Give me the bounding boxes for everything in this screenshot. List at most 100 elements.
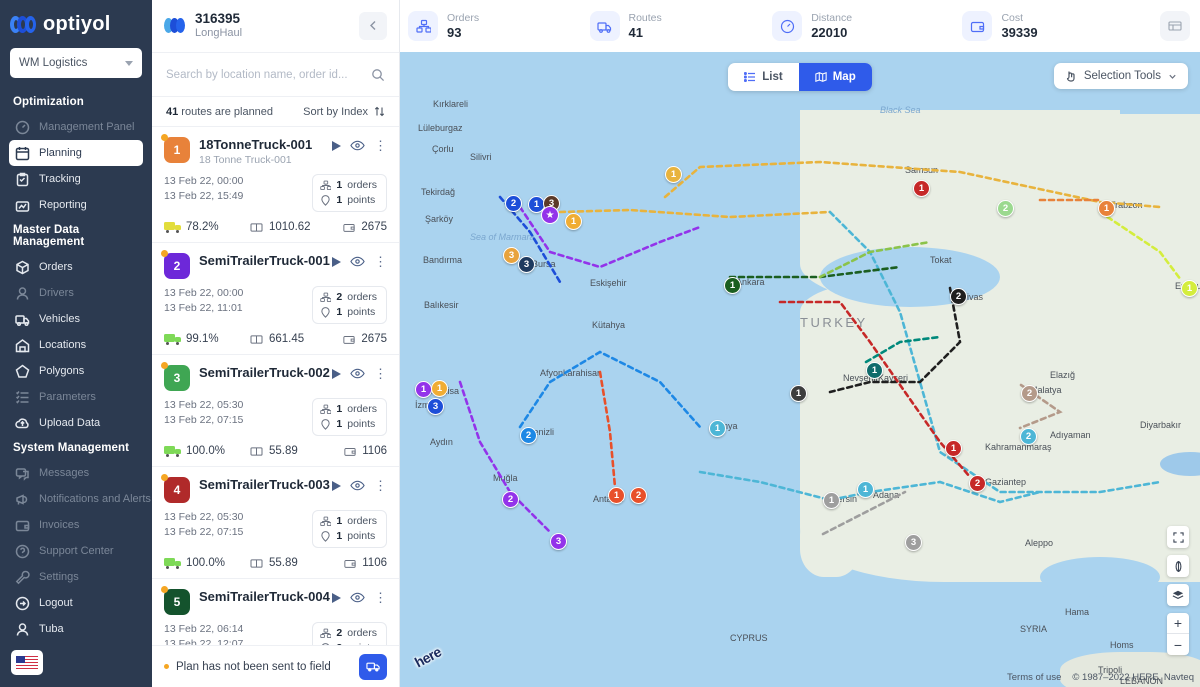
- truck-icon: [15, 314, 30, 326]
- route-marker[interactable]: 1: [565, 213, 582, 230]
- route-menu-button[interactable]: ⋮: [374, 255, 387, 268]
- route-card[interactable]: 2 SemiTrailerTruck-001 ⋮ 13 Feb 22, 00:00 13…: [152, 243, 399, 355]
- route-marker[interactable]: 2: [1021, 385, 1038, 402]
- route-menu-button[interactable]: ⋮: [374, 367, 387, 380]
- map-icon: [815, 71, 827, 83]
- send-to-field-button[interactable]: [359, 653, 387, 680]
- terms-of-use-link[interactable]: Terms of use: [1007, 672, 1061, 683]
- route-card[interactable]: 3 SemiTrailerTruck-002 ⋮ 13 Feb 22, 05:30 13…: [152, 355, 399, 467]
- route-marker[interactable]: 1: [608, 487, 625, 504]
- sidebar-item-logout[interactable]: Logout: [9, 590, 143, 616]
- toggle-visibility-button[interactable]: [350, 256, 365, 267]
- route-marker[interactable]: 1: [823, 492, 840, 509]
- sidebar-item-drivers[interactable]: Drivers: [9, 280, 143, 306]
- route-marker[interactable]: 1: [945, 440, 962, 457]
- route-marker[interactable]: 1: [790, 385, 807, 402]
- layers-icon: [1172, 590, 1184, 600]
- collapse-panel-button[interactable]: [359, 11, 387, 40]
- route-marker[interactable]: 3: [427, 398, 444, 415]
- zoom-in-button[interactable]: +: [1167, 613, 1189, 634]
- route-marker[interactable]: 1: [431, 380, 448, 397]
- play-route-button[interactable]: [332, 140, 341, 151]
- route-card[interactable]: 4 SemiTrailerTruck-003 ⋮ 13 Feb 22, 05:30 13…: [152, 467, 399, 579]
- route-marker[interactable]: 2: [950, 288, 967, 305]
- sidebar-item-support-center[interactable]: Support Center: [9, 538, 143, 564]
- sidebar-item-messages[interactable]: Messages: [9, 460, 143, 486]
- route-marker[interactable]: 1: [857, 481, 874, 498]
- route-marker[interactable]: 2: [630, 487, 647, 504]
- sidebar-item-invoices[interactable]: Invoices: [9, 512, 143, 538]
- route-marker[interactable]: 3: [905, 534, 922, 551]
- table-view-button[interactable]: [1160, 11, 1191, 41]
- play-route-button[interactable]: [332, 256, 341, 267]
- help-icon: [15, 544, 30, 558]
- zoom-out-button[interactable]: −: [1167, 634, 1189, 655]
- sort-by-control[interactable]: Sort by Index: [303, 106, 385, 118]
- cost-value: 1106: [362, 557, 387, 569]
- toggle-visibility-button[interactable]: [350, 140, 365, 151]
- route-card[interactable]: 5 SemiTrailerTruck-004 ⋮ 13 Feb 22, 06:14 13…: [152, 579, 399, 645]
- route-marker[interactable]: 2: [969, 475, 986, 492]
- route-marker[interactable]: 1: [913, 180, 930, 197]
- unsent-dot-icon: [161, 250, 168, 257]
- selection-tools-dropdown[interactable]: Selection Tools: [1053, 63, 1188, 89]
- route-marker[interactable]: 2: [502, 491, 519, 508]
- sidebar-item-planning[interactable]: Planning: [9, 140, 143, 166]
- sidebar-item-orders[interactable]: Orders: [9, 254, 143, 280]
- route-marker[interactable]: 1: [665, 166, 682, 183]
- sidebar-item-vehicles[interactable]: Vehicles: [9, 306, 143, 332]
- route-marker[interactable]: 2: [1020, 428, 1037, 445]
- route-marker[interactable]: 1: [866, 362, 883, 379]
- toggle-visibility-button[interactable]: [350, 480, 365, 491]
- sidebar-item-notifications-and-alerts[interactable]: Notifications and Alerts: [9, 486, 151, 512]
- route-marker[interactable]: 1: [415, 381, 432, 398]
- route-card-list[interactable]: 1 18TonneTruck-001 18 Tonne Truck-001 ⋮ 13 F…: [152, 127, 399, 645]
- sidebar-item-upload-data[interactable]: Upload Data: [9, 410, 143, 436]
- sidebar-item-management-panel[interactable]: Management Panel: [9, 114, 143, 140]
- sidebar-item-parameters[interactable]: Parameters: [9, 384, 143, 410]
- sidebar-item-tuba[interactable]: Tuba: [9, 616, 143, 642]
- route-menu-button[interactable]: ⋮: [374, 479, 387, 492]
- route-marker[interactable]: 1: [1181, 280, 1198, 297]
- route-card[interactable]: 1 18TonneTruck-001 18 Tonne Truck-001 ⋮ 13 F…: [152, 127, 399, 243]
- tab-list[interactable]: List: [728, 63, 798, 91]
- route-marker[interactable]: 1: [709, 420, 726, 437]
- sidebar-item-label: Notifications and Alerts: [39, 493, 151, 505]
- sidebar-item-polygons[interactable]: Polygons: [9, 358, 143, 384]
- route-menu-button[interactable]: ⋮: [374, 139, 387, 152]
- route-marker[interactable]: 2: [997, 200, 1014, 217]
- tab-map[interactable]: Map: [798, 63, 872, 91]
- sidebar-item-tracking[interactable]: Tracking: [9, 166, 143, 192]
- plan-id: 316395: [195, 11, 241, 26]
- play-route-button[interactable]: [332, 480, 341, 491]
- toggle-visibility-button[interactable]: [350, 592, 365, 603]
- play-route-button[interactable]: [332, 368, 341, 379]
- route-marker[interactable]: 3: [518, 256, 535, 273]
- fit-bounds-button[interactable]: [1167, 526, 1189, 548]
- map-canvas[interactable]: List Map Selection Tools TURKEY Sea of M…: [400, 52, 1200, 687]
- logout-icon: [15, 596, 30, 610]
- route-end-time: 13 Feb 22, 12:07: [164, 638, 244, 645]
- tilt-button[interactable]: [1167, 555, 1189, 577]
- search-icon[interactable]: [371, 68, 385, 82]
- toggle-visibility-button[interactable]: [350, 368, 365, 379]
- route-marker[interactable]: 3: [550, 533, 567, 550]
- org-select[interactable]: WM Logistics: [10, 48, 142, 78]
- depot-star-marker[interactable]: ★: [541, 206, 559, 224]
- route-marker[interactable]: 2: [505, 195, 522, 212]
- sidebar-item-locations[interactable]: Locations: [9, 332, 143, 358]
- route-menu-button[interactable]: ⋮: [374, 591, 387, 604]
- sidebar-item-settings[interactable]: Settings: [9, 564, 143, 590]
- layers-button[interactable]: [1167, 584, 1189, 606]
- routes-panel: 316395 LongHaul 41 routes are planned So…: [152, 0, 400, 687]
- search-input[interactable]: [166, 68, 371, 81]
- play-route-button[interactable]: [332, 592, 341, 603]
- route-lines: [458, 160, 1183, 536]
- sidebar-item-reporting[interactable]: Reporting: [9, 192, 143, 218]
- route-end-time: 13 Feb 22, 07:15: [164, 414, 244, 426]
- route-marker[interactable]: 2: [520, 427, 537, 444]
- route-marker[interactable]: 1: [1098, 200, 1115, 217]
- route-marker[interactable]: 1: [724, 277, 741, 294]
- calendar-icon: [15, 146, 30, 160]
- language-button[interactable]: [11, 650, 43, 675]
